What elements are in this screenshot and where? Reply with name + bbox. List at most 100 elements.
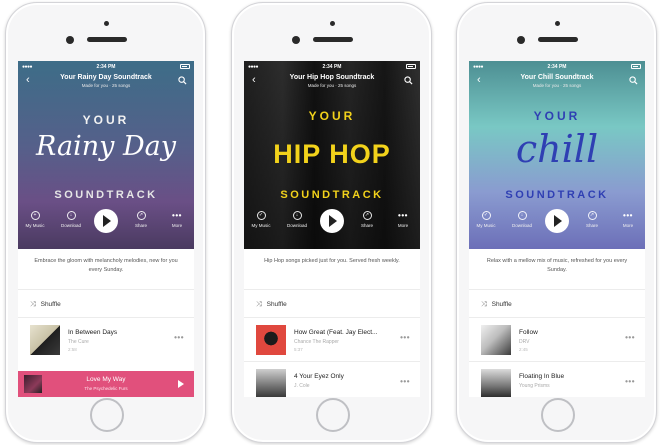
playlist-hero: ●●●● 2:34 PM ‹ Your Chill Soundtrack Mad… <box>469 61 645 249</box>
my-music-button[interactable]: + My Music <box>20 211 50 228</box>
share-icon: ↗ <box>362 211 372 220</box>
phone-hip-hop: ●●●● 2:34 PM ‹ Your Hip Hop Soundtrack M… <box>231 2 432 443</box>
battery-icon <box>631 64 641 69</box>
track-row[interactable]: Follow DRV 2:45 ••• <box>469 319 645 359</box>
playlist-description: Relax with a mellow mix of music, refres… <box>486 258 628 273</box>
playlist-hero: ●●●● 2:34 PM ‹ Your Hip Hop Soundtrack M… <box>244 61 420 249</box>
playlist-subtitle: Made for you · 25 songs <box>307 83 357 88</box>
playlist-subtitle: Made for you · 25 songs <box>532 83 582 88</box>
play-button[interactable] <box>94 209 118 233</box>
screen: ●●●● 2:34 PM ‹ Your Hip Hop Soundtrack M… <box>244 61 420 397</box>
divider <box>469 317 645 318</box>
playlist-controls: ✓ My Music ↓ Download ↗ Share ••• More <box>469 209 645 247</box>
track-row[interactable]: In Between Days The Cure 2:58 ••• <box>18 319 194 359</box>
divider <box>244 289 420 290</box>
share-button[interactable]: ↗ Share <box>126 211 156 228</box>
playlist-description: Embrace the gloom with melancholy melodi… <box>34 258 178 273</box>
phone-chill: ●●●● 2:34 PM ‹ Your Chill Soundtrack Mad… <box>456 2 657 443</box>
front-camera <box>66 36 74 44</box>
mini-play-icon[interactable] <box>178 380 184 388</box>
play-button[interactable] <box>545 209 569 233</box>
search-icon[interactable] <box>629 76 638 85</box>
more-button[interactable]: ••• More <box>162 211 192 228</box>
check-icon: ✓ <box>256 211 266 220</box>
download-icon: ↓ <box>517 211 527 220</box>
share-icon: ↗ <box>587 211 597 220</box>
playlist-controls: + My Music ↓ Download ↗ Share ••• More <box>18 209 194 247</box>
track-artist: Chance The Rapper <box>294 339 339 345</box>
status-time: 2:34 PM <box>547 64 567 70</box>
album-art <box>256 325 286 355</box>
playlist-title: Your Chill Soundtrack <box>520 74 594 81</box>
more-button[interactable]: ••• More <box>613 211 643 228</box>
art-main-text: Rainy Day <box>36 131 176 162</box>
shuffle-icon: ⤨ <box>481 301 487 308</box>
my-music-button[interactable]: ✓ My Music <box>471 211 501 228</box>
share-button[interactable]: ↗ Share <box>577 211 607 228</box>
more-button[interactable]: ••• More <box>388 211 418 228</box>
track-more-icon[interactable]: ••• <box>400 377 410 386</box>
art-your-text: YOUR <box>533 109 581 123</box>
share-icon: ↗ <box>136 211 146 220</box>
more-icon: ••• <box>398 211 408 220</box>
track-more-icon[interactable]: ••• <box>625 333 635 342</box>
art-your-text: YOUR <box>82 113 130 127</box>
check-icon: ✓ <box>481 211 491 220</box>
share-button[interactable]: ↗ Share <box>352 211 382 228</box>
more-icon: ••• <box>172 211 182 220</box>
battery-icon <box>406 64 416 69</box>
speaker-dot <box>104 21 109 26</box>
shuffle-button[interactable]: ⤨ Shuffle <box>481 301 512 309</box>
track-more-icon[interactable]: ••• <box>400 333 410 342</box>
track-row[interactable]: Floating In Blue Young Prisms ••• <box>469 363 645 397</box>
home-button[interactable] <box>90 398 124 432</box>
track-row[interactable]: 4 Your Eyez Only J. Cole ••• <box>244 363 420 397</box>
download-button[interactable]: ↓ Download <box>282 211 312 228</box>
track-artist: J. Cole <box>294 383 310 389</box>
track-title: 4 Your Eyez Only <box>294 373 344 380</box>
track-title: In Between Days <box>68 329 118 336</box>
playlist-title: Your Hip Hop Soundtrack <box>289 74 375 81</box>
speaker-dot <box>555 21 560 26</box>
playlist-hero: ●●●● 2:34 PM ‹ Your Rainy Day Soundtrack… <box>18 61 194 249</box>
download-button[interactable]: ↓ Download <box>56 211 86 228</box>
album-art <box>481 369 511 397</box>
playlist-title: Your Rainy Day Soundtrack <box>60 74 152 81</box>
divider <box>244 317 420 318</box>
phone-rainy-day: ●●●● 2:34 PM ‹ Your Rainy Day Soundtrack… <box>5 2 206 443</box>
now-playing-title: Love My Way <box>86 376 126 383</box>
search-icon[interactable] <box>178 76 187 85</box>
playlist-description: Hip Hop songs picked just for you. Serve… <box>264 258 400 264</box>
front-camera <box>517 36 525 44</box>
track-title: Floating In Blue <box>519 373 565 380</box>
track-more-icon[interactable]: ••• <box>174 333 184 342</box>
art-main-text: chill <box>515 127 599 171</box>
shuffle-button[interactable]: ⤨ Shuffle <box>256 301 287 309</box>
play-button[interactable] <box>320 209 344 233</box>
more-icon: ••• <box>623 211 633 220</box>
track-artist: DRV <box>519 339 530 345</box>
art-your-text: YOUR <box>308 109 356 123</box>
album-art <box>481 325 511 355</box>
download-icon: ↓ <box>292 211 302 220</box>
speaker-dot <box>330 21 335 26</box>
divider <box>18 317 194 318</box>
album-art <box>30 325 60 355</box>
track-duration: 2:45 <box>519 347 528 352</box>
track-row[interactable]: How Great (Feat. Jay Elect... Chance The… <box>244 319 420 359</box>
screen: ●●●● 2:34 PM ‹ Your Chill Soundtrack Mad… <box>469 61 645 397</box>
shuffle-button[interactable]: ⤨ Shuffle <box>30 301 61 309</box>
plus-icon: + <box>30 211 40 220</box>
home-button[interactable] <box>316 398 350 432</box>
home-button[interactable] <box>541 398 575 432</box>
earpiece <box>87 37 127 42</box>
shuffle-icon: ⤨ <box>30 301 36 308</box>
download-button[interactable]: ↓ Download <box>507 211 537 228</box>
track-duration: 2:58 <box>68 347 77 352</box>
divider <box>469 361 645 362</box>
search-icon[interactable] <box>404 76 413 85</box>
my-music-button[interactable]: ✓ My Music <box>246 211 276 228</box>
track-more-icon[interactable]: ••• <box>625 377 635 386</box>
track-duration: 5:37 <box>294 347 303 352</box>
now-playing-bar[interactable]: Love My Way The Psychedelic Furs <box>18 371 194 397</box>
